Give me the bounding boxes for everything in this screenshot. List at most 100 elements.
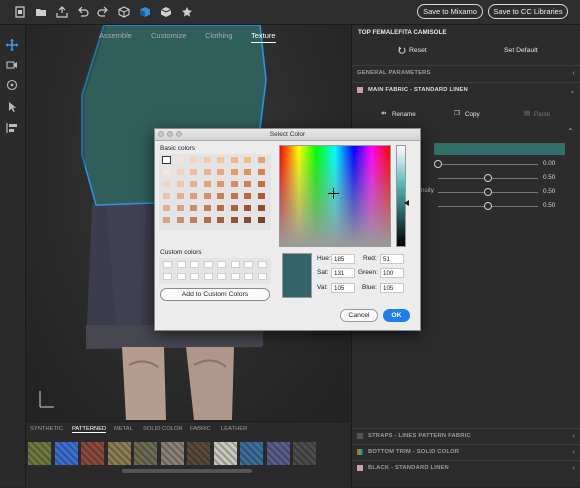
- chevron-up-icon[interactable]: ⌃: [567, 127, 575, 136]
- material-tab-patterned[interactable]: PATTERNED: [72, 426, 107, 433]
- green-field[interactable]: 100: [380, 268, 404, 278]
- slider-knob[interactable]: [484, 174, 492, 182]
- material-scrollbar[interactable]: [122, 469, 252, 473]
- basic-color-swatch[interactable]: [217, 193, 224, 199]
- material-swatch[interactable]: [160, 442, 184, 465]
- basic-color-swatch[interactable]: [176, 157, 184, 163]
- black-linen-section[interactable]: BLACK - STANDARD LINEN ‹: [352, 460, 580, 477]
- select-arrow-icon[interactable]: [6, 101, 18, 113]
- tab-clothing[interactable]: Clothing: [205, 31, 233, 40]
- custom-color-slot[interactable]: [190, 261, 199, 268]
- basic-color-swatch[interactable]: [244, 157, 251, 163]
- material-swatch[interactable]: [28, 442, 51, 465]
- export-icon[interactable]: [56, 6, 68, 18]
- basic-color-swatch[interactable]: [217, 181, 224, 187]
- reset-icon[interactable]: [398, 46, 406, 54]
- hue-field[interactable]: 185: [331, 254, 355, 264]
- basic-color-swatch[interactable]: [244, 205, 251, 211]
- cube-icon[interactable]: [118, 6, 130, 18]
- custom-color-slot[interactable]: [163, 273, 172, 280]
- basic-color-swatch[interactable]: [257, 205, 265, 211]
- save-to-cc-libraries-button[interactable]: Save to CC Libraries: [488, 4, 568, 19]
- custom-color-slot[interactable]: [244, 273, 253, 280]
- value-slider[interactable]: [396, 145, 406, 247]
- material-swatch[interactable]: [213, 442, 237, 465]
- basic-color-swatch[interactable]: [203, 157, 211, 163]
- basic-color-swatch[interactable]: [176, 169, 184, 175]
- basic-color-swatch[interactable]: [190, 169, 197, 175]
- slider-knob[interactable]: [484, 188, 492, 196]
- basic-color-swatch[interactable]: [230, 157, 238, 163]
- red-field[interactable]: 51: [380, 254, 404, 264]
- slider-knob[interactable]: [434, 160, 442, 168]
- star-icon[interactable]: [181, 6, 193, 18]
- basic-color-swatch[interactable]: [230, 193, 238, 199]
- minimize-window-icon[interactable]: [167, 131, 173, 137]
- basic-color-swatch[interactable]: [163, 169, 170, 175]
- basic-color-swatch[interactable]: [230, 217, 238, 223]
- open-folder-icon[interactable]: [35, 6, 47, 18]
- basic-color-swatch[interactable]: [257, 157, 265, 163]
- custom-color-slot[interactable]: [257, 261, 267, 268]
- custom-color-slot[interactable]: [217, 261, 226, 268]
- redo-icon[interactable]: [97, 6, 109, 18]
- basic-color-swatch[interactable]: [217, 217, 224, 223]
- hue-saturation-spectrum[interactable]: [279, 145, 391, 247]
- material-swatch[interactable]: [240, 442, 263, 465]
- cancel-button[interactable]: Cancel: [340, 309, 378, 322]
- material-swatch[interactable]: [54, 442, 78, 465]
- material-swatch[interactable]: [107, 442, 131, 465]
- basic-color-swatch[interactable]: [176, 181, 184, 187]
- basic-color-swatch[interactable]: [217, 157, 224, 163]
- basic-color-swatch[interactable]: [190, 217, 197, 223]
- basic-color-swatch[interactable]: [190, 205, 197, 211]
- basic-color-swatch[interactable]: [230, 181, 238, 187]
- rename-button[interactable]: Rename: [392, 111, 416, 118]
- basic-color-swatch[interactable]: [190, 181, 197, 187]
- blue-field[interactable]: 105: [380, 283, 404, 293]
- basic-color-swatch[interactable]: [257, 193, 265, 199]
- basic-color-swatch[interactable]: [163, 181, 170, 187]
- slider-knob[interactable]: [484, 202, 492, 210]
- tab-customize[interactable]: Customize: [151, 31, 186, 40]
- val-field[interactable]: 105: [331, 283, 355, 293]
- camera-icon[interactable]: [6, 59, 18, 71]
- package-icon[interactable]: [160, 6, 172, 18]
- basic-color-swatch[interactable]: [203, 205, 211, 211]
- custom-color-slot[interactable]: [217, 273, 226, 280]
- basic-color-swatch[interactable]: [203, 193, 211, 199]
- general-parameters-section[interactable]: GENERAL PARAMETERS ‹: [352, 65, 580, 82]
- material-swatch[interactable]: [134, 442, 157, 465]
- basic-color-swatch[interactable]: [244, 193, 251, 199]
- value-pointer-icon[interactable]: [403, 200, 409, 206]
- basic-color-swatch[interactable]: [244, 169, 251, 175]
- material-swatch[interactable]: [293, 442, 316, 465]
- material-swatch[interactable]: [187, 442, 210, 465]
- basic-color-swatch[interactable]: [230, 169, 238, 175]
- target-icon[interactable]: [6, 79, 18, 91]
- zoom-window-icon[interactable]: [176, 131, 182, 137]
- basic-color-swatch[interactable]: [176, 205, 184, 211]
- save-to-mixamo-button[interactable]: Save to Mixamo: [417, 4, 483, 19]
- add-to-custom-colors-button[interactable]: Add to Custom Colors: [160, 288, 270, 301]
- custom-color-slot[interactable]: [203, 261, 213, 268]
- basic-color-swatch[interactable]: [203, 181, 211, 187]
- custom-color-slot[interactable]: [257, 273, 267, 280]
- basic-color-swatch[interactable]: [163, 193, 170, 199]
- basic-color-swatch[interactable]: [163, 217, 170, 223]
- material-tab-metal[interactable]: METAL: [114, 426, 133, 432]
- new-file-icon[interactable]: [14, 6, 26, 18]
- custom-color-slot[interactable]: [176, 273, 186, 280]
- basic-color-swatch[interactable]: [257, 181, 265, 187]
- basic-color-swatch[interactable]: [217, 169, 224, 175]
- basic-color-swatch[interactable]: [190, 193, 197, 199]
- custom-color-slot[interactable]: [176, 261, 186, 268]
- material-swatch[interactable]: [266, 442, 290, 465]
- straps-section[interactable]: STRAPS - LINES PATTERN FABRIC ‹: [352, 428, 580, 445]
- move-icon[interactable]: [6, 39, 18, 51]
- material-tab-solid-color[interactable]: SOLID COLOR: [143, 426, 183, 432]
- custom-color-slot[interactable]: [244, 261, 253, 268]
- basic-color-swatch[interactable]: [257, 169, 265, 175]
- basic-color-swatch[interactable]: [244, 181, 251, 187]
- basic-color-swatch[interactable]: [176, 217, 184, 223]
